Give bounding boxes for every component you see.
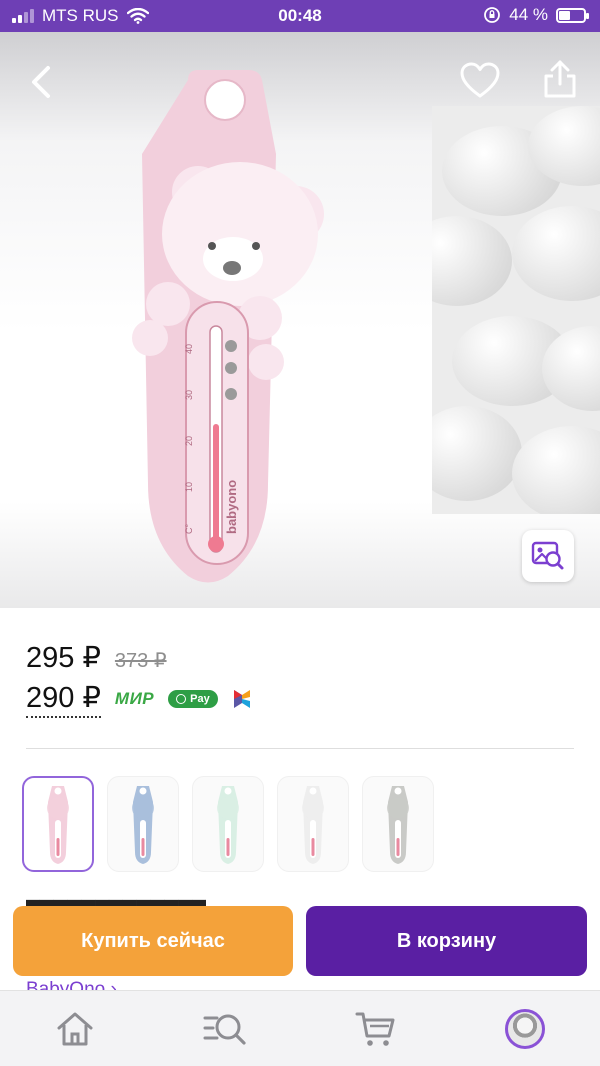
back-button[interactable]: [24, 62, 60, 102]
status-bar: MTS RUS 00:48 44 %: [0, 0, 600, 32]
product-screen: MTS RUS 00:48 44 % 40 30 20 10 C° babyon…: [0, 0, 600, 1066]
heart-icon: [460, 62, 500, 98]
pay-badge: Pay: [168, 690, 218, 708]
mir-logo: МИР: [114, 689, 155, 708]
share-button[interactable]: [540, 58, 580, 100]
price-row: 295 ₽ 373 ₽: [26, 640, 167, 675]
profile-avatar: [505, 1009, 545, 1049]
scale-label: 40: [184, 344, 194, 354]
card-price-row[interactable]: 290 ₽ МИР Pay: [26, 680, 252, 718]
divider: [26, 748, 574, 749]
scale-label: 30: [184, 390, 194, 400]
back-arrow-icon: [32, 66, 50, 98]
battery-icon: [556, 7, 589, 23]
card-price[interactable]: 290 ₽: [26, 680, 101, 718]
favorite-button[interactable]: [460, 62, 500, 100]
home-icon: [57, 1012, 93, 1046]
next-photo-preview[interactable]: [432, 106, 600, 514]
variant-thumbnail[interactable]: [22, 776, 94, 872]
product-brand-print: babyono: [224, 480, 239, 534]
pay-check-icon: [176, 694, 187, 704]
variant-thumbnail[interactable]: [277, 776, 349, 872]
brand-link[interactable]: BabyOno ›: [26, 976, 117, 990]
tab-catalog[interactable]: [203, 1007, 247, 1051]
variant-thermometer-icon: [217, 786, 239, 864]
price-block: 295 ₽ 373 ₽ 290 ₽ МИР Pay: [0, 608, 600, 758]
tab-home[interactable]: [53, 1007, 97, 1051]
current-price: 295 ₽: [26, 642, 101, 674]
variant-thermometer-icon: [302, 786, 324, 864]
variant-thumbnails: [22, 776, 582, 872]
scale-label: C°: [184, 524, 194, 534]
variant-thumbnail[interactable]: [362, 776, 434, 872]
variant-thumbnail[interactable]: [107, 776, 179, 872]
purchase-actions: Купить сейчас В корзину: [0, 906, 600, 978]
scale-label: 20: [184, 436, 194, 446]
add-to-cart-button[interactable]: В корзину: [306, 906, 587, 976]
variant-thermometer-icon: [387, 786, 409, 864]
catalog-search-icon: [203, 1014, 246, 1045]
old-price: 373 ₽: [114, 650, 167, 672]
variant-thumbnail[interactable]: [192, 776, 264, 872]
bottom-tab-bar: [0, 990, 600, 1066]
product-image: 40 30 20 10 C° babyono: [132, 70, 324, 583]
variant-thermometer-icon: [47, 786, 69, 864]
cart-icon: [355, 1012, 395, 1046]
buy-now-button[interactable]: Купить сейчас: [13, 906, 293, 976]
scale-label: 10: [184, 482, 194, 492]
image-search-button[interactable]: [522, 530, 574, 582]
share-icon: [544, 60, 576, 98]
image-search-icon: [531, 541, 564, 570]
tab-cart[interactable]: [354, 1007, 398, 1051]
variant-thermometer-icon: [132, 786, 154, 864]
orientation-lock-icon: [484, 7, 501, 23]
sbp-logo-icon: [233, 690, 250, 708]
product-gallery[interactable]: 40 30 20 10 C° babyono: [0, 32, 600, 608]
battery-percent: 44 %: [509, 5, 548, 24]
tab-profile[interactable]: [503, 1007, 547, 1051]
